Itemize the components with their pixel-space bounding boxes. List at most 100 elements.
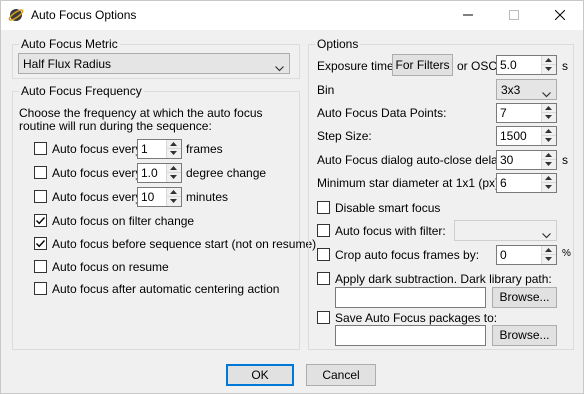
dark-library-browse-button[interactable]: Browse...: [492, 287, 557, 308]
disable-smart-focus-checkbox[interactable]: [317, 201, 330, 214]
data-points-stepper[interactable]: 7: [496, 103, 557, 123]
disable-smart-focus-label: Disable smart focus: [335, 201, 441, 215]
save-packages-path-input[interactable]: [335, 325, 486, 346]
every-degree-stepper[interactable]: 1.0: [137, 163, 182, 183]
every-frames-value: 1: [141, 142, 148, 156]
save-packages-label: Save Auto Focus packages to:: [335, 311, 498, 325]
stepper-down-icon[interactable]: [542, 255, 556, 264]
title-bar: Auto Focus Options: [1, 1, 583, 30]
bin-label: Bin: [317, 83, 335, 97]
options-group-label: Options: [315, 37, 361, 51]
frequency-description: Choose the frequency at which the auto f…: [19, 106, 263, 133]
crop-frames-unit: %: [562, 248, 571, 259]
before-sequence-checkbox[interactable]: [34, 237, 47, 250]
on-resume-label: Auto focus on resume: [52, 260, 169, 274]
stepper-down-icon[interactable]: [167, 197, 181, 206]
every-minutes-value: 10: [141, 190, 155, 204]
stepper-up-icon[interactable]: [542, 56, 556, 65]
step-size-label: Step Size:: [317, 129, 372, 143]
every-degree-unit: degree change: [186, 166, 267, 180]
auto-close-label: Auto Focus dialog auto-close delay:: [317, 153, 508, 167]
every-minutes-label: Auto focus every: [52, 190, 142, 204]
for-filters-button[interactable]: For Filters: [392, 54, 453, 76]
filter-change-label: Auto focus on filter change: [52, 214, 195, 228]
dark-subtraction-label: Apply dark subtraction. Dark library pat…: [335, 272, 552, 286]
crop-frames-stepper[interactable]: 0: [496, 245, 557, 265]
maximize-icon: [509, 9, 519, 23]
stepper-up-icon[interactable]: [542, 151, 556, 160]
save-packages-checkbox[interactable]: [317, 311, 330, 324]
every-frames-label: Auto focus every: [52, 142, 142, 156]
stepper-up-icon[interactable]: [542, 246, 556, 255]
data-points-value: 7: [500, 106, 507, 120]
window-title: Auto Focus Options: [31, 8, 137, 22]
on-resume-checkbox[interactable]: [34, 260, 47, 273]
stepper-down-icon[interactable]: [542, 183, 556, 192]
every-degree-checkbox[interactable]: [34, 166, 47, 179]
dark-library-path-input[interactable]: [335, 287, 486, 308]
every-frames-stepper[interactable]: 1: [137, 139, 182, 159]
stepper-up-icon[interactable]: [542, 127, 556, 136]
every-degree-value: 1.0: [141, 166, 158, 180]
metric-select[interactable]: Half Flux Radius: [18, 53, 290, 74]
minimize-button[interactable]: [445, 1, 491, 30]
every-minutes-checkbox[interactable]: [34, 190, 47, 203]
metric-select-value: Half Flux Radius: [23, 57, 112, 71]
saturn-app-icon: [8, 7, 24, 23]
stepper-down-icon[interactable]: [167, 149, 181, 158]
stepper-up-icon[interactable]: [167, 164, 181, 173]
exposure-unit: s: [562, 59, 568, 73]
filter-change-checkbox[interactable]: [34, 214, 47, 227]
min-star-stepper[interactable]: 6: [496, 173, 557, 193]
chevron-down-icon: [275, 61, 284, 75]
exposure-value: 5.0: [500, 58, 517, 72]
crop-frames-checkbox[interactable]: [317, 248, 330, 261]
metric-group-label: Auto Focus Metric: [19, 37, 120, 51]
bin-select-value: 3x3: [501, 83, 521, 97]
stepper-down-icon[interactable]: [542, 65, 556, 74]
with-filter-checkbox[interactable]: [317, 224, 330, 237]
stepper-down-icon[interactable]: [167, 173, 181, 182]
crop-frames-value: 0: [500, 248, 507, 262]
maximize-button[interactable]: [491, 1, 537, 30]
auto-close-stepper[interactable]: 30: [496, 150, 557, 170]
stepper-up-icon[interactable]: [542, 104, 556, 113]
chevron-down-icon: [542, 87, 551, 101]
stepper-up-icon[interactable]: [542, 174, 556, 183]
bin-select[interactable]: 3x3: [496, 79, 557, 100]
before-sequence-label: Auto focus before sequence start (not on…: [52, 237, 317, 251]
stepper-down-icon[interactable]: [542, 136, 556, 145]
close-icon: [554, 9, 566, 23]
stepper-up-icon[interactable]: [167, 140, 181, 149]
every-minutes-unit: minutes: [186, 190, 229, 204]
exposure-stepper[interactable]: 5.0: [496, 55, 557, 75]
data-points-label: Auto Focus Data Points:: [317, 106, 447, 120]
close-button[interactable]: [537, 1, 583, 30]
step-size-value: 1500: [500, 129, 527, 143]
save-packages-browse-button[interactable]: Browse...: [492, 325, 557, 346]
dark-subtraction-checkbox[interactable]: [317, 272, 330, 285]
every-frames-unit: frames: [186, 142, 223, 156]
checkmark-icon: [35, 217, 46, 225]
stepper-up-icon[interactable]: [167, 188, 181, 197]
exposure-label: Exposure times:: [317, 59, 404, 73]
crop-frames-label: Crop auto focus frames by:: [335, 248, 480, 262]
auto-focus-options-window: Auto Focus Options Auto Focus Metric Hal…: [0, 0, 584, 394]
every-minutes-stepper[interactable]: 10: [137, 187, 182, 207]
frequency-group-label: Auto Focus Frequency: [19, 84, 144, 98]
after-centering-label: Auto focus after automatic centering act…: [52, 282, 280, 296]
ok-button[interactable]: OK: [226, 364, 294, 386]
stepper-down-icon[interactable]: [542, 160, 556, 169]
step-size-stepper[interactable]: 1500: [496, 126, 557, 146]
min-star-label: Minimum star diameter at 1x1 (px):: [317, 176, 503, 190]
min-star-value: 6: [500, 176, 507, 190]
stepper-down-icon[interactable]: [542, 113, 556, 122]
cancel-button[interactable]: Cancel: [306, 364, 376, 386]
minimize-icon: [463, 9, 473, 23]
auto-close-value: 30: [500, 153, 514, 167]
auto-close-unit: s: [562, 153, 568, 167]
after-centering-checkbox[interactable]: [34, 282, 47, 295]
every-frames-checkbox[interactable]: [34, 142, 47, 155]
with-filter-select[interactable]: [454, 220, 557, 241]
every-degree-label: Auto focus every: [52, 166, 142, 180]
